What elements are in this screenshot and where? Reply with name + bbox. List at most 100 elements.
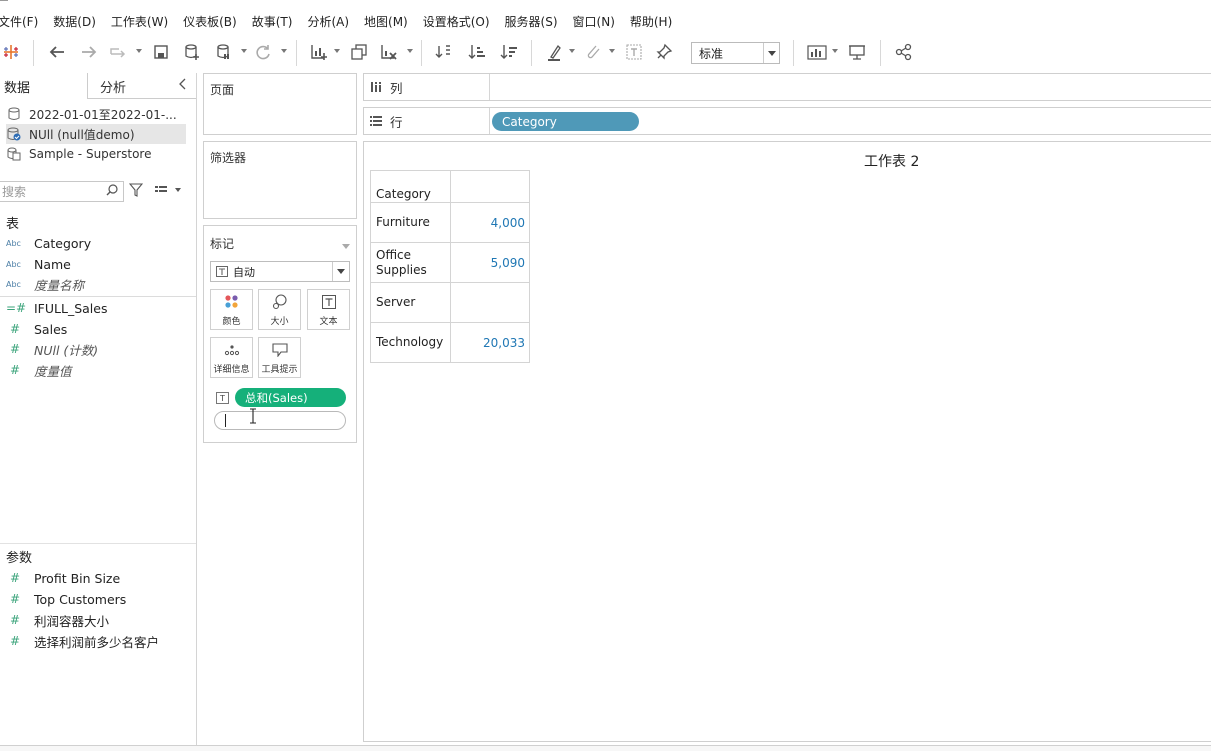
tab-analysis[interactable]: 分析 xyxy=(89,73,169,99)
datasource-label: NUll (null值demo) xyxy=(29,127,135,142)
detail-button-label: 详细信息 xyxy=(213,365,250,375)
redo-icon[interactable] xyxy=(78,40,100,64)
fit-select[interactable]: 标准 xyxy=(691,42,780,64)
mark-type-select[interactable]: 自动 xyxy=(210,261,350,282)
chevron-down-icon[interactable] xyxy=(763,43,779,63)
row-header[interactable]: Technology xyxy=(370,322,451,363)
field-label: Top Customers xyxy=(34,591,127,607)
chevron-down-icon[interactable] xyxy=(334,49,340,53)
duplicate-sheet-icon[interactable] xyxy=(348,40,370,64)
chevron-down-icon[interactable] xyxy=(241,49,247,53)
datasource-item[interactable]: 2022-01-01至2022-01-... xyxy=(6,104,186,124)
detail-button[interactable]: 详细信息 xyxy=(210,337,253,378)
pages-card[interactable]: 页面 xyxy=(203,73,357,135)
new-field-input[interactable] xyxy=(214,411,346,430)
sort-ascending-icon[interactable] xyxy=(466,40,488,64)
label-icon[interactable] xyxy=(623,40,645,64)
chevron-down-icon[interactable] xyxy=(332,262,349,281)
tooltip-icon xyxy=(271,340,288,360)
pause-update-icon[interactable] xyxy=(212,40,234,64)
param-profit-bin[interactable]: # 利润容器大小 xyxy=(6,611,109,629)
datasource-label: Sample - Superstore xyxy=(29,147,152,161)
new-datasource-icon[interactable] xyxy=(181,40,203,64)
filters-card[interactable]: 筛选器 xyxy=(203,141,357,219)
new-sheet-icon[interactable] xyxy=(308,40,330,64)
datasource-item[interactable]: Sample - Superstore xyxy=(6,144,186,164)
menu-item[interactable]: 分析(A) xyxy=(307,13,349,30)
chevron-down-icon[interactable] xyxy=(569,49,575,53)
field-category[interactable]: Abc Category xyxy=(6,234,91,252)
menu-item[interactable]: 文件(F) xyxy=(0,13,38,30)
menu-item[interactable]: 设置格式(O) xyxy=(423,13,490,30)
share-icon[interactable] xyxy=(893,40,915,64)
collapse-pane-icon[interactable] xyxy=(179,78,187,94)
chevron-down-icon[interactable] xyxy=(136,49,142,53)
filter-icon[interactable] xyxy=(128,183,144,200)
chevron-down-icon[interactable] xyxy=(832,49,838,53)
swap-icon[interactable] xyxy=(433,40,455,64)
column-header-category[interactable]: Category xyxy=(370,170,451,203)
menu-item[interactable]: 故事(T) xyxy=(252,13,293,30)
cell-value[interactable]: 5,090 xyxy=(449,242,531,283)
columns-shelf[interactable]: 列 xyxy=(363,73,1211,101)
param-profit-bin-size[interactable]: # Profit Bin Size xyxy=(6,569,120,587)
field-measure-values[interactable]: # 度量值 xyxy=(6,361,72,379)
field-sales[interactable]: # Sales xyxy=(6,320,67,338)
worksheet-title[interactable]: 工作表 2 xyxy=(864,151,919,171)
chevron-down-icon[interactable] xyxy=(407,49,413,53)
rows-label: 行 xyxy=(390,114,403,130)
param-top-n-customers[interactable]: # 选择利润前多少名客户 xyxy=(6,632,159,650)
rows-shelf[interactable]: 行 Category xyxy=(363,107,1211,135)
chevron-down-icon[interactable] xyxy=(342,238,350,252)
group-icon[interactable] xyxy=(582,40,604,64)
search-icon[interactable] xyxy=(106,184,123,199)
tables-header: 表 xyxy=(6,217,20,232)
cell-value[interactable]: 20,033 xyxy=(449,322,531,363)
row-header[interactable]: Server xyxy=(370,282,451,323)
highlight-icon[interactable] xyxy=(544,40,566,64)
field-name[interactable]: Abc Name xyxy=(6,255,71,273)
size-button[interactable]: 大小 xyxy=(258,289,301,330)
replay-icon[interactable] xyxy=(108,40,130,64)
chevron-down-icon[interactable] xyxy=(609,49,615,53)
menu-item[interactable]: 服务器(S) xyxy=(505,13,558,30)
ibeam-cursor-icon xyxy=(249,408,257,427)
field-null-count[interactable]: # NUll (计数) xyxy=(6,340,98,358)
pin-icon[interactable] xyxy=(653,40,675,64)
tooltip-button[interactable]: 工具提示 xyxy=(258,337,301,378)
menu-item[interactable]: 地图(M) xyxy=(364,13,408,30)
text-icon xyxy=(321,292,336,312)
menu-item[interactable]: 窗口(N) xyxy=(573,13,615,30)
menu-item[interactable]: 工作表(W) xyxy=(111,13,168,30)
tableau-logo-icon[interactable] xyxy=(0,40,22,64)
marks-card-title: 标记 xyxy=(210,237,235,251)
param-top-customers[interactable]: # Top Customers xyxy=(6,590,126,608)
chevron-down-icon[interactable] xyxy=(281,49,287,53)
cell-value[interactable] xyxy=(449,282,531,323)
field-ifull-sales[interactable]: =# IFULL_Sales xyxy=(6,299,107,317)
cell-value[interactable]: 4,000 xyxy=(449,202,531,243)
search-input[interactable]: 搜索 xyxy=(0,181,124,202)
presentation-icon[interactable] xyxy=(846,40,868,64)
save-icon[interactable] xyxy=(150,40,172,64)
tab-data[interactable]: 数据 xyxy=(0,73,88,99)
refresh-icon[interactable] xyxy=(252,40,274,64)
field-label: 度量值 xyxy=(34,363,72,379)
sum-sales-pill[interactable]: 总和(Sales) xyxy=(235,388,346,407)
view-options-icon[interactable] xyxy=(155,184,181,198)
menu-item[interactable]: 仪表板(B) xyxy=(183,13,237,30)
clear-sheet-icon[interactable] xyxy=(378,40,400,64)
text-button[interactable]: 文本 xyxy=(307,289,350,330)
menu-item[interactable]: 帮助(H) xyxy=(630,13,672,30)
marks-card: 标记 自动 颜色 大小 文本 详细信息 工具提示 T 总和(Sales) xyxy=(203,225,357,443)
show-me-icon[interactable] xyxy=(806,40,828,64)
color-button[interactable]: 颜色 xyxy=(210,289,253,330)
menu-item[interactable]: 数据(D) xyxy=(53,13,96,30)
sort-descending-icon[interactable] xyxy=(498,40,520,64)
row-header[interactable]: Furniture xyxy=(370,202,451,243)
undo-icon[interactable] xyxy=(46,40,68,64)
row-header[interactable]: Office Supplies xyxy=(370,242,451,283)
category-pill[interactable]: Category xyxy=(492,112,639,131)
field-measure-names[interactable]: Abc 度量名称 xyxy=(6,275,84,293)
datasource-item-selected[interactable]: NUll (null值demo) xyxy=(6,124,186,144)
